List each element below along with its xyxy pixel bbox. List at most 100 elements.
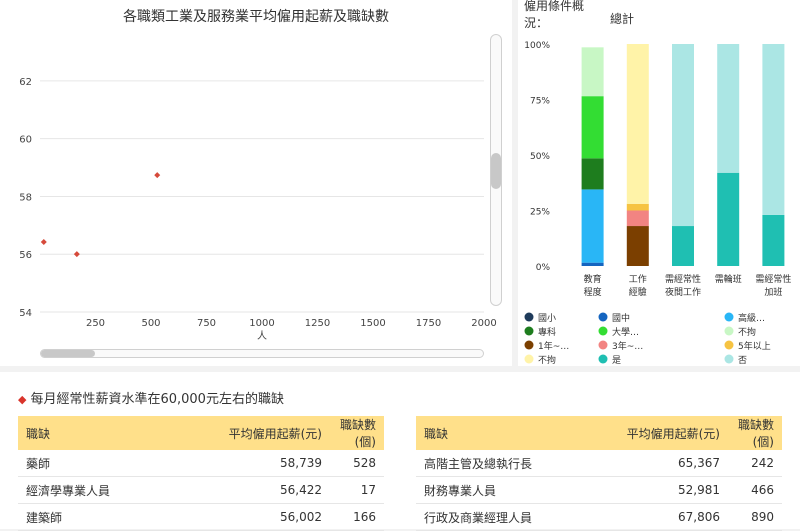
x-category-label: 經驗 (629, 286, 647, 298)
bar-segment (581, 189, 604, 263)
avg-salary: 56,002 (204, 503, 330, 531)
legend-label: 1年~… (538, 340, 569, 352)
table-row[interactable]: 行政及商業經理人員 67,806 890 (416, 503, 782, 531)
avg-salary: 67,806 (602, 503, 728, 531)
table-header-row: 職缺 平均僱用起薪(元) 職缺數(個) (416, 416, 782, 450)
x-category-label: 工作 (629, 273, 647, 285)
legend-label: 國中 (612, 312, 630, 324)
x-category-label: 教育 (584, 273, 602, 285)
bar-segment (581, 262, 604, 266)
table-row[interactable]: 建築師 56,002 166 (18, 503, 384, 531)
legend-marker (724, 340, 734, 350)
legend-label: 不拘 (538, 354, 556, 366)
job-name: 財務專業人員 (416, 476, 602, 504)
stacked-bar-panel: 僱用條件概況： 總計 0% 25% 50% 75% 100% 教育 程度 工作 經驗 需經常性 夜間… (518, 0, 800, 366)
y-tick-label: 100% (524, 41, 550, 51)
section-heading: ◆ 每月經常性薪資水準在60,000元左右的職缺 (18, 388, 284, 407)
table-row[interactable]: 藥師 58,739 528 (18, 450, 384, 477)
bar-segment (762, 214, 785, 266)
vertical-scrollbar[interactable] (490, 34, 502, 306)
avg-salary: 56,422 (204, 476, 330, 504)
col-header-salary: 平均僱用起薪(元) (602, 416, 728, 450)
bar-segment (762, 44, 785, 215)
avg-salary: 58,739 (204, 450, 330, 477)
scatter-chart: 54 56 58 60 62 250 500 750 1000 1250 1500 1750 2000 人 (19, 77, 496, 342)
legend-label: 否 (738, 355, 747, 366)
openings: 890 (728, 503, 782, 531)
legend-marker (524, 354, 534, 364)
y-tick-label: 50% (530, 152, 550, 162)
x-category-label: 夜間工作 (665, 286, 701, 298)
job-name: 行政及商業經理人員 (416, 503, 602, 531)
bar-segment (717, 44, 740, 173)
col-header-job: 職缺 (416, 416, 602, 450)
job-name: 建築師 (18, 503, 204, 531)
openings: 466 (728, 476, 782, 504)
avg-salary: 65,367 (602, 450, 728, 477)
job-name: 高階主管及總執行長 (416, 450, 602, 477)
legend-marker (724, 326, 734, 336)
x-category-label: 程度 (584, 286, 602, 298)
vertical-scrollbar-thumb[interactable] (491, 153, 501, 189)
table-header-row: 職缺 平均僱用起薪(元) 職缺數(個) (18, 416, 384, 450)
bar-segment (581, 96, 604, 159)
x-tick-label: 1000 (249, 318, 274, 329)
bar-segment (626, 44, 649, 204)
y-tick-label: 58 (19, 192, 32, 203)
legend-label: 是 (612, 355, 621, 366)
openings: 166 (330, 503, 384, 531)
legend-marker (524, 312, 534, 322)
y-tick-label: 75% (530, 97, 550, 107)
table-row[interactable]: 財務專業人員 52,981 466 (416, 476, 782, 504)
bar-segment (626, 203, 649, 211)
bar-segment (717, 172, 740, 266)
legend-label: 3年~… (612, 340, 643, 352)
x-tick-label: 2000 (471, 318, 496, 329)
jobs-section: ◆ 每月經常性薪資水準在60,000元左右的職缺 職缺 平均僱用起薪(元) 職缺數… (0, 372, 800, 531)
openings: 242 (728, 450, 782, 477)
col-header-openings: 職缺數(個) (728, 416, 782, 450)
table-row[interactable]: 經濟學專業人員 56,422 17 (18, 476, 384, 504)
legend-marker (724, 312, 734, 322)
x-tick-label: 750 (197, 318, 216, 329)
x-category-label: 需經常性 (665, 273, 701, 285)
horizontal-scrollbar-thumb[interactable] (41, 350, 95, 357)
legend-label: 不拘 (738, 326, 756, 338)
x-category-label: 需經常性 (755, 273, 791, 285)
legend-marker (598, 340, 608, 350)
bar-segment (626, 210, 649, 227)
legend-marker (598, 354, 608, 364)
x-tick-label: 1750 (416, 318, 441, 329)
y-tick-label: 56 (19, 250, 32, 261)
legend-label: 5年以上 (738, 340, 771, 352)
bar-segment (672, 226, 694, 266)
legend-marker (598, 312, 608, 322)
x-tick-label: 1500 (360, 318, 385, 329)
y-tick-label: 0% (536, 263, 551, 273)
legend-label: 國小 (538, 313, 556, 324)
x-tick-label: 500 (141, 318, 160, 329)
bar-segment (672, 44, 694, 227)
x-category-label: 需輪班 (715, 273, 742, 285)
jobs-table-right: 職缺 平均僱用起薪(元) 職缺數(個) 高階主管及總執行長 65,367 242… (416, 416, 782, 531)
diamond-icon: ◆ (18, 393, 27, 406)
col-header-openings: 職缺數(個) (330, 416, 384, 450)
horizontal-scrollbar[interactable] (40, 349, 484, 358)
openings: 17 (330, 476, 384, 504)
y-tick-label: 62 (19, 77, 32, 88)
scatter-point (40, 239, 47, 246)
scatter-chart-panel: 各職類工業及服務業平均僱用起薪及職缺數 54 56 58 60 62 250 500 750 1… (0, 0, 512, 366)
legend-marker (524, 326, 534, 336)
legend-label: 專科 (538, 326, 556, 338)
jobs-table-left: 職缺 平均僱用起薪(元) 職缺數(個) 藥師 58,739 528 經濟學專業人… (18, 416, 384, 531)
table-row[interactable]: 高階主管及總執行長 65,367 242 (416, 450, 782, 477)
x-category-label: 加班 (764, 286, 782, 298)
legend-marker (524, 340, 534, 350)
y-tick-label: 54 (19, 308, 32, 319)
scatter-point (154, 172, 161, 179)
legend-marker (724, 354, 734, 364)
job-name: 經濟學專業人員 (18, 476, 204, 504)
bar-segment (581, 47, 604, 97)
section-title-text: 每月經常性薪資水準在60,000元左右的職缺 (30, 392, 284, 407)
bar-segment (626, 226, 649, 266)
